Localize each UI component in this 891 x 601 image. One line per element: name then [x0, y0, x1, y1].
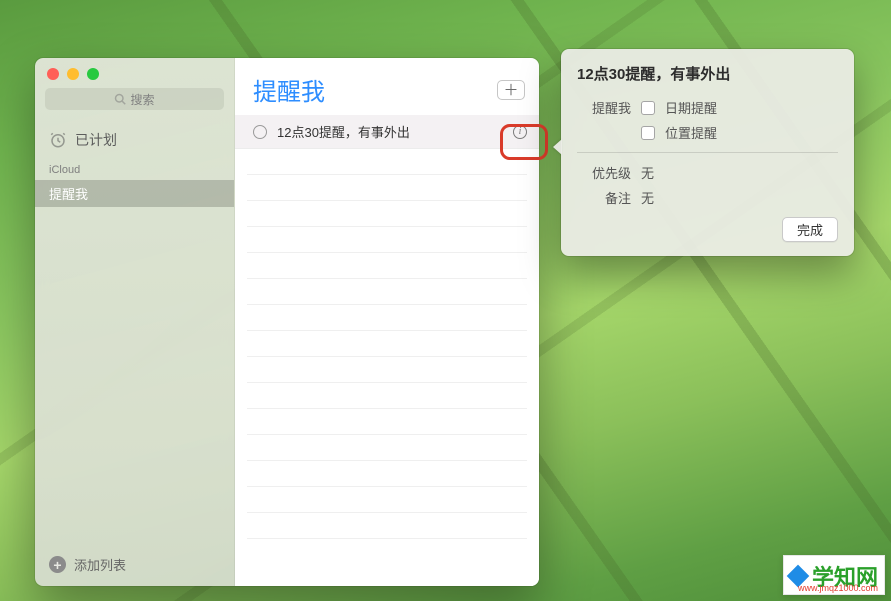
empty-lines: [235, 149, 539, 586]
window-controls: [35, 58, 234, 88]
add-list-label: 添加列表: [74, 555, 126, 574]
location-row: 位置提醒: [577, 123, 838, 142]
notes-value: 无: [641, 188, 654, 207]
remind-me-label: 提醒我: [577, 98, 631, 117]
reminder-detail-popover: 12点30提醒，有事外出 提醒我 日期提醒 位置提醒 优先级 无 备注 无 完成: [561, 49, 854, 256]
done-button[interactable]: 完成: [782, 217, 838, 242]
zoom-window-button[interactable]: [87, 68, 99, 80]
watermark-url: www.jmqz1000.com: [798, 583, 878, 593]
main-panel: 提醒我 ＋ 12点30提醒，有事外出 i: [235, 58, 539, 586]
divider: [577, 152, 838, 153]
plus-circle-icon: +: [49, 556, 66, 573]
priority-label: 优先级: [577, 163, 631, 182]
scheduled-section[interactable]: 已计划: [35, 120, 234, 162]
search-icon: [114, 93, 126, 105]
priority-row[interactable]: 优先级 无: [577, 163, 838, 182]
sidebar-spacer: [35, 207, 234, 543]
list-title: 提醒我: [253, 72, 325, 107]
remind-me-row: 提醒我 日期提醒: [577, 98, 838, 117]
main-header: 提醒我 ＋: [235, 58, 539, 115]
reminders-window: 搜索 已计划 iCloud 提醒我 + 添加列表 提醒我 ＋ 12点30提醒，有…: [35, 58, 539, 586]
priority-value: 无: [641, 163, 654, 182]
notes-row[interactable]: 备注 无: [577, 188, 838, 207]
plus-icon: ＋: [503, 79, 518, 100]
date-reminder-label: 日期提醒: [665, 98, 717, 117]
watermark: 学知网 www.jmqz1000.com: [783, 555, 885, 595]
popover-footer: 完成: [577, 217, 838, 242]
account-label: iCloud: [35, 162, 234, 180]
clock-icon: [49, 131, 67, 149]
location-reminder-checkbox[interactable]: [641, 126, 655, 140]
sidebar: 搜索 已计划 iCloud 提醒我 + 添加列表: [35, 58, 235, 586]
date-reminder-checkbox[interactable]: [641, 101, 655, 115]
complete-toggle[interactable]: [253, 125, 267, 139]
close-window-button[interactable]: [47, 68, 59, 80]
info-icon[interactable]: i: [513, 125, 527, 139]
scheduled-label: 已计划: [75, 130, 117, 150]
location-reminder-label: 位置提醒: [665, 123, 717, 142]
notes-label: 备注: [577, 188, 631, 207]
search-input[interactable]: 搜索: [45, 88, 224, 110]
minimize-window-button[interactable]: [67, 68, 79, 80]
reminder-text: 12点30提醒，有事外出: [277, 122, 503, 141]
sidebar-list-selected[interactable]: 提醒我: [35, 180, 234, 207]
popover-title: 12点30提醒，有事外出: [577, 63, 838, 84]
search-placeholder: 搜索: [130, 91, 154, 108]
reminder-item[interactable]: 12点30提醒，有事外出 i: [235, 115, 539, 149]
add-reminder-button[interactable]: ＋: [497, 80, 525, 100]
sidebar-list-label: 提醒我: [49, 187, 88, 202]
done-label: 完成: [797, 223, 823, 238]
add-list-button[interactable]: + 添加列表: [35, 543, 234, 586]
